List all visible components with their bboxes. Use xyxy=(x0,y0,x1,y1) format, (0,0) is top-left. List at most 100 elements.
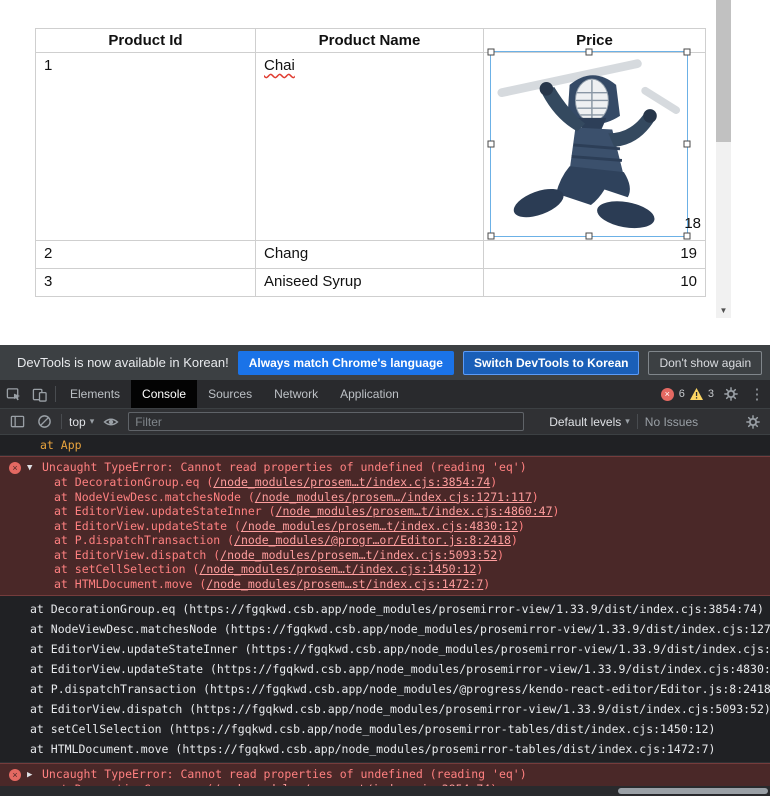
cell-product-id[interactable]: 2 xyxy=(36,241,256,269)
source-link[interactable]: /node_modules/prosem…t/index.cjs:4830:12 xyxy=(241,519,518,533)
stack-frame: at setCellSelection (/node_modules/prose… xyxy=(0,562,770,577)
app-window: Product Id Product Name Price 1 Chai xyxy=(0,0,770,796)
header-product-name[interactable]: Product Name xyxy=(256,29,484,53)
source-link[interactable]: /node_modules/prosem…st/index.cjs:1472:7 xyxy=(206,577,483,591)
scrollbar-thumb[interactable] xyxy=(618,788,768,794)
inspect-element-icon[interactable] xyxy=(0,381,26,407)
cell-product-name[interactable]: Chang xyxy=(256,241,484,269)
stack-frame[interactable]: at App xyxy=(0,435,770,455)
live-expression-eye-icon[interactable] xyxy=(101,412,121,432)
tab-elements[interactable]: Elements xyxy=(59,380,131,408)
infobar-message: DevTools is now available in Korean! xyxy=(17,355,229,370)
source-link[interactable]: /node_modules/prosem…t/index.cjs:3854:74 xyxy=(213,475,490,489)
console-error-collapsed: × ▶ Uncaught TypeError: Cannot read prop… xyxy=(0,763,770,786)
editor-pane: Product Id Product Name Price 1 Chai xyxy=(0,0,770,345)
stack-frame: at DecorationGroup.eq (/node_modules/pro… xyxy=(0,475,770,490)
source-link[interactable]: /node_modules/prosem…/index.cjs:1271:117 xyxy=(255,490,532,504)
stack-frame: at EditorView.updateState (/node_modules… xyxy=(0,519,770,534)
table-row: 1 Chai xyxy=(36,53,706,241)
misspelled-word[interactable]: Chai xyxy=(264,57,295,74)
table-row: 2 Chang 19 xyxy=(36,241,706,269)
execution-context-selector[interactable]: top ▾ xyxy=(69,415,94,429)
error-warning-badges[interactable]: × 6 3 xyxy=(661,388,718,401)
tab-application[interactable]: Application xyxy=(329,380,410,408)
source-link[interactable]: /node_modules/@progr…or/Editor.js:8:2418 xyxy=(234,533,511,547)
issues-counter[interactable]: No Issues xyxy=(645,415,698,429)
chevron-down-icon: ▾ xyxy=(625,416,630,427)
stack-frame: at NodeViewDesc.matchesNode (https://fgq… xyxy=(0,619,770,639)
cell-price-value[interactable]: 10 xyxy=(484,269,706,297)
cell-product-id[interactable]: 3 xyxy=(36,269,256,297)
console-output: at App × ▼ Uncaught TypeError: Cannot re… xyxy=(0,435,770,786)
source-link[interactable]: /node_modules/prosem…t/index.cjs:4860:47 xyxy=(276,504,553,518)
cell-price-value[interactable]: 18 xyxy=(684,215,701,232)
editor-document[interactable]: Product Id Product Name Price 1 Chai xyxy=(0,0,770,297)
tab-sources[interactable]: Sources xyxy=(197,380,263,408)
resize-handle-bottom-right[interactable] xyxy=(684,233,691,240)
error-circle-icon: × xyxy=(9,769,21,781)
toolbar-divider xyxy=(637,414,638,429)
clear-console-icon[interactable] xyxy=(34,412,54,432)
resize-handle-bottom[interactable] xyxy=(586,233,593,240)
stack-frame: at EditorView.updateState (https://fgqkw… xyxy=(0,659,770,679)
stack-frame: at HTMLDocument.move (https://fgqkwd.csb… xyxy=(0,739,770,759)
toolbar-divider xyxy=(55,386,56,402)
source-link[interactable]: /node_modules/prosem…t/index.cjs:5093:52 xyxy=(220,548,497,562)
log-levels-selector[interactable]: Default levels ▾ xyxy=(549,415,630,429)
console-horizontal-scrollbar[interactable] xyxy=(0,786,770,796)
resize-handle-top[interactable] xyxy=(586,49,593,56)
console-error-stack-text: at DecorationGroup.eq (https://fgqkwd.cs… xyxy=(0,596,770,763)
more-options-icon[interactable]: ⋮ xyxy=(744,381,770,407)
table-row: 3 Aniseed Syrup 10 xyxy=(36,269,706,297)
tab-console[interactable]: Console xyxy=(131,380,197,408)
always-match-language-button[interactable]: Always match Chrome's language xyxy=(238,351,454,375)
settings-gear-icon[interactable] xyxy=(718,381,744,407)
source-link[interactable]: /node_modules/prosem…t/index.cjs:1450:12 xyxy=(199,562,476,576)
resize-handle-right[interactable] xyxy=(684,141,691,148)
stack-frame: at EditorView.updateStateInner (https://… xyxy=(0,639,770,659)
dont-show-again-button[interactable]: Don't show again xyxy=(648,351,762,375)
resize-handle-left[interactable] xyxy=(488,141,495,148)
error-message: Uncaught TypeError: Cannot read properti… xyxy=(42,767,527,781)
expand-triangle-icon[interactable]: ▶ xyxy=(27,768,32,782)
devtools-language-infobar: DevTools is now available in Korean! Alw… xyxy=(0,345,770,380)
stack-frame: at EditorView.updateStateInner (/node_mo… xyxy=(0,504,770,519)
stack-frame: at P.dispatchTransaction (/node_modules/… xyxy=(0,533,770,548)
header-product-id[interactable]: Product Id xyxy=(36,29,256,53)
header-price[interactable]: Price xyxy=(484,29,706,53)
console-sidebar-icon[interactable] xyxy=(7,412,27,432)
kendo-fighter-illustration xyxy=(491,52,687,236)
scrollbar-thumb[interactable] xyxy=(716,0,731,142)
cell-product-id[interactable]: 1 xyxy=(36,53,256,241)
error-message-row: × ▼ Uncaught TypeError: Cannot read prop… xyxy=(0,460,770,475)
error-circle-icon: × xyxy=(9,462,21,474)
editor-vertical-scrollbar[interactable]: ▼ xyxy=(716,0,731,318)
stack-frame: at P.dispatchTransaction (https://fgqkwd… xyxy=(0,679,770,699)
resize-handle-bottom-left[interactable] xyxy=(488,233,495,240)
error-count: 6 xyxy=(679,388,685,400)
resize-handle-top-right[interactable] xyxy=(684,49,691,56)
stack-frame: at EditorView.dispatch (/node_modules/pr… xyxy=(0,548,770,563)
cell-price-value[interactable]: 19 xyxy=(484,241,706,269)
cell-product-name[interactable]: Chai xyxy=(256,53,484,241)
selected-image[interactable] xyxy=(490,51,688,237)
error-message-row: × ▶ Uncaught TypeError: Cannot read prop… xyxy=(0,767,770,782)
collapse-triangle-icon[interactable]: ▼ xyxy=(27,461,32,475)
resize-handle-top-left[interactable] xyxy=(488,49,495,56)
scrollbar-down-arrow-icon[interactable]: ▼ xyxy=(716,302,731,318)
cell-product-name[interactable]: Aniseed Syrup xyxy=(256,269,484,297)
chevron-down-icon: ▾ xyxy=(90,416,95,427)
warning-count: 3 xyxy=(708,388,714,400)
console-settings-gear-icon[interactable] xyxy=(743,412,763,432)
stack-frame: at EditorView.dispatch (https://fgqkwd.c… xyxy=(0,699,770,719)
devtools-tab-bar: Elements Console Sources Network Applica… xyxy=(0,380,770,408)
tab-network[interactable]: Network xyxy=(263,380,329,408)
error-count-icon: × xyxy=(661,388,674,401)
switch-to-korean-button[interactable]: Switch DevTools to Korean xyxy=(463,351,639,375)
stack-frame: at DecorationGroup.eq (https://fgqkwd.cs… xyxy=(0,599,770,619)
toolbar-divider xyxy=(61,414,62,429)
device-toolbar-icon[interactable] xyxy=(26,381,52,407)
console-error-expanded: × ▼ Uncaught TypeError: Cannot read prop… xyxy=(0,456,770,596)
console-filter-input[interactable] xyxy=(128,412,524,431)
cell-price-image[interactable]: 18 xyxy=(484,53,706,241)
